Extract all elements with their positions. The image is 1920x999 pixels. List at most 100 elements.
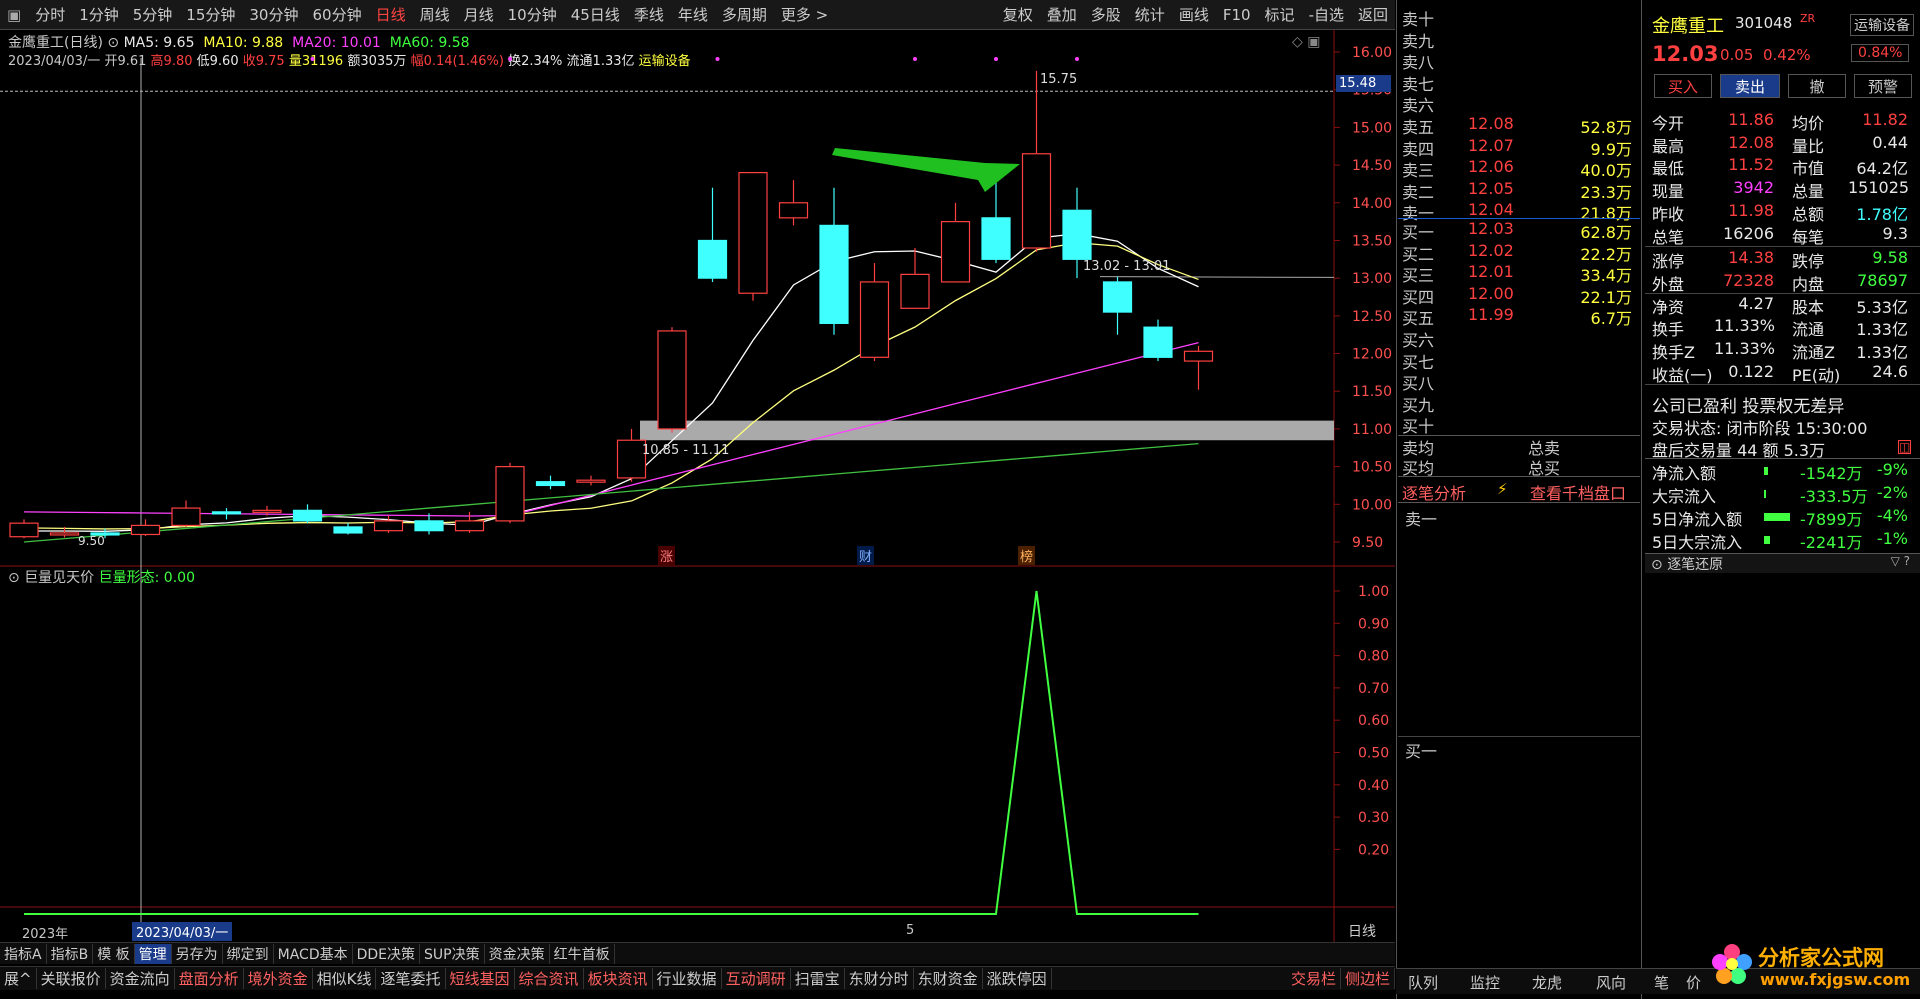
- btn-watchlist[interactable]: -自选: [1302, 4, 1351, 25]
- tab-limit-reason[interactable]: 涨跌停因: [983, 968, 1052, 989]
- sell-order-row[interactable]: 卖九: [1402, 28, 1632, 51]
- sell-order-row[interactable]: 卖六: [1402, 92, 1632, 115]
- tab-indicator-b[interactable]: 指标B: [47, 943, 94, 964]
- tab-redbull[interactable]: 红牛首板: [550, 943, 615, 964]
- tab-more[interactable]: 更多 >: [774, 4, 835, 25]
- tab-manage[interactable]: 管理: [134, 943, 172, 964]
- btn-overlay[interactable]: 叠加: [1040, 4, 1084, 25]
- tab-sup[interactable]: SUP决策: [420, 943, 485, 964]
- tab-side-bar[interactable]: 侧边栏: [1341, 968, 1395, 989]
- tab-wind[interactable]: 风向: [1596, 972, 1626, 993]
- after-hours-icon[interactable]: ◫: [1898, 440, 1912, 454]
- buy-button[interactable]: 买入: [1654, 74, 1712, 98]
- btn-back[interactable]: 返回: [1351, 4, 1395, 25]
- tab-year[interactable]: 年线: [671, 4, 715, 25]
- tab-market-analysis[interactable]: 盘面分析: [175, 968, 244, 989]
- btn-stats[interactable]: 统计: [1128, 4, 1172, 25]
- tab-15min[interactable]: 15分钟: [179, 4, 242, 25]
- bubble-bang[interactable]: 榜: [1018, 546, 1036, 565]
- tab-weekly[interactable]: 周线: [413, 4, 457, 25]
- sell-order-row[interactable]: 卖五 12.08 52.8万: [1402, 114, 1632, 137]
- tab-tick-order[interactable]: 逐笔委托: [376, 968, 446, 989]
- tab-similar-kline[interactable]: 相似K线: [313, 968, 377, 989]
- kline-chart[interactable]: 16.0015.5015.0014.5014.0013.5013.0012.50…: [0, 30, 1395, 942]
- filter-icon[interactable]: ▽ ?: [1891, 554, 1910, 568]
- bubble-cai[interactable]: 财: [857, 546, 875, 565]
- tab-dragon[interactable]: 龙虎: [1532, 972, 1562, 993]
- cancel-button[interactable]: 撤: [1788, 74, 1846, 98]
- tab-daily[interactable]: 日线: [369, 4, 413, 25]
- collapse-icon[interactable]: ⊙: [1645, 557, 1663, 573]
- quote-value: 64.2亿: [1856, 159, 1908, 179]
- indicator-toggle-icon[interactable]: ⊙: [8, 570, 20, 586]
- tab-10min[interactable]: 10分钟: [501, 4, 564, 25]
- buy-order-row[interactable]: 买二 12.02 22.2万: [1402, 241, 1632, 264]
- tab-news[interactable]: 综合资讯: [515, 968, 584, 989]
- tab-trade-bar[interactable]: 交易栏: [1287, 968, 1341, 989]
- industry-button[interactable]: 运输设备: [1850, 14, 1914, 36]
- flow-key: 5日净流入额: [1652, 510, 1743, 529]
- indicator-name[interactable]: 巨量见天价: [24, 570, 94, 586]
- btn-draw[interactable]: 画线: [1172, 4, 1216, 25]
- btn-f10[interactable]: F10: [1216, 6, 1258, 24]
- buy-order-row[interactable]: 买三 12.01 33.4万: [1402, 262, 1632, 285]
- bubble-zhang[interactable]: 涨: [658, 546, 676, 565]
- buy-order-row[interactable]: 买七: [1402, 349, 1632, 372]
- buy-order-row[interactable]: 买一 12.03 62.8万: [1402, 219, 1632, 242]
- tab-interaction[interactable]: 互动调研: [722, 968, 791, 989]
- tab-minesweeper[interactable]: 扫雷宝: [791, 968, 845, 989]
- tab-quarter[interactable]: 季线: [627, 4, 671, 25]
- btn-fuquan[interactable]: 复权: [996, 4, 1040, 25]
- tab-1min[interactable]: 1分钟: [72, 4, 126, 25]
- tab-monitor[interactable]: 监控: [1470, 972, 1500, 993]
- tab-price[interactable]: 价: [1686, 972, 1701, 993]
- tab-monthly[interactable]: 月线: [457, 4, 501, 25]
- btn-multistock[interactable]: 多股: [1084, 4, 1128, 25]
- tab-5min[interactable]: 5分钟: [126, 4, 180, 25]
- tab-dc-intraday[interactable]: 东财分时: [845, 968, 914, 989]
- sell-button[interactable]: 卖出: [1720, 74, 1780, 98]
- tab-indicator-a[interactable]: 指标A: [0, 943, 47, 964]
- tab-45day[interactable]: 45日线: [564, 4, 627, 25]
- tab-fenshi[interactable]: 分时: [28, 4, 72, 25]
- sell-order-row[interactable]: 卖四 12.07 9.9万: [1402, 136, 1632, 159]
- menu-icon[interactable]: ▣: [0, 6, 28, 24]
- tab-template[interactable]: 模 板: [93, 943, 135, 964]
- tab-60min[interactable]: 60分钟: [305, 4, 368, 25]
- tab-fund-flow[interactable]: 资金流向: [106, 968, 175, 989]
- period-label[interactable]: 日线: [1348, 921, 1376, 941]
- tab-save-as[interactable]: 另存为: [172, 943, 223, 964]
- sell-order-row[interactable]: 卖三 12.06 40.0万: [1402, 157, 1632, 180]
- sell-order-row[interactable]: 卖十: [1402, 6, 1632, 29]
- btn-mark[interactable]: 标记: [1258, 4, 1302, 25]
- sell-order-row[interactable]: 卖二 12.05 23.3万: [1402, 179, 1632, 202]
- buy-order-row[interactable]: 买五 11.99 6.7万: [1402, 305, 1632, 328]
- buy-order-row[interactable]: 买六: [1402, 327, 1632, 350]
- sell-order-price: 12.04: [1468, 200, 1514, 220]
- sell-order-row[interactable]: 卖七: [1402, 71, 1632, 94]
- tab-30min[interactable]: 30分钟: [242, 4, 305, 25]
- tab-dc-fund[interactable]: 东财资金: [914, 968, 983, 989]
- view-depth-link[interactable]: 查看千档盘口: [1530, 480, 1626, 504]
- tab-bind[interactable]: 绑定到: [223, 943, 274, 964]
- alert-button[interactable]: 预警: [1854, 74, 1912, 98]
- tab-industry-data[interactable]: 行业数据: [653, 968, 722, 989]
- tab-sector-news[interactable]: 板块资讯: [584, 968, 653, 989]
- tab-macd[interactable]: MACD基本: [274, 943, 353, 964]
- buy-order-row[interactable]: 买十: [1402, 413, 1632, 436]
- tab-related-quote[interactable]: 关联报价: [37, 968, 106, 989]
- current-price-tag: 15.48: [1336, 75, 1391, 92]
- tab-dde[interactable]: DDE决策: [353, 943, 421, 964]
- buy-order-row[interactable]: 买九: [1402, 392, 1632, 415]
- tab-expand[interactable]: 展^: [0, 968, 37, 989]
- tab-multi[interactable]: 多周期: [715, 4, 774, 25]
- sell-order-row[interactable]: 卖八: [1402, 49, 1632, 72]
- tab-queue[interactable]: 队列: [1408, 972, 1438, 993]
- tab-short-gene[interactable]: 短线基因: [446, 968, 515, 989]
- buy-order-row[interactable]: 买四 12.00 22.1万: [1402, 284, 1632, 307]
- buy-order-row[interactable]: 买八: [1402, 370, 1632, 393]
- tab-fund[interactable]: 资金决策: [485, 943, 550, 964]
- tab-overseas-fund[interactable]: 境外资金: [244, 968, 313, 989]
- tick-analysis-tab[interactable]: 逐笔分析: [1402, 480, 1466, 504]
- tab-tick[interactable]: 笔: [1654, 972, 1669, 993]
